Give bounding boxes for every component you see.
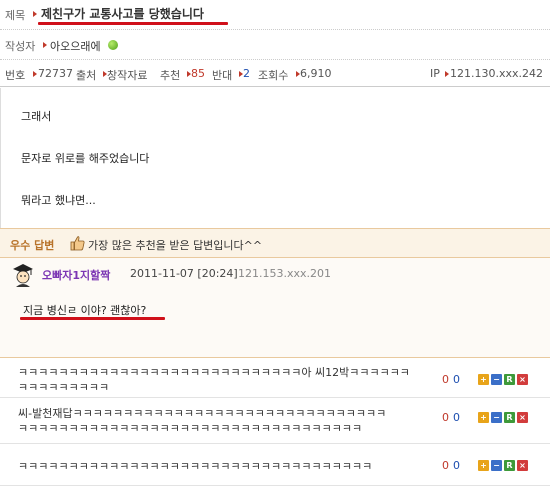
title-label: 제목	[5, 9, 26, 22]
oppose-label: 반대	[212, 69, 233, 82]
arrow-icon	[33, 71, 37, 77]
plus-button[interactable]: +	[478, 460, 489, 471]
views-label: 조회수	[258, 69, 289, 82]
plus-button[interactable]: +	[478, 374, 489, 385]
best-answer-ip: 121.153.xxx.201	[238, 267, 332, 280]
plus-button[interactable]: +	[478, 412, 489, 423]
comment-down-count: 0	[453, 459, 460, 472]
comment-actions: + − R ×	[478, 374, 528, 385]
best-answer-label: 우수 답변	[10, 239, 55, 252]
minus-button[interactable]: −	[491, 412, 502, 423]
best-answer-comment: 지금 병신ㄹ 이야? 괜찮아?	[23, 304, 147, 317]
post-content: 그래서 문자로 위로를 해주었습니다 뭐라고 했냐면...	[0, 88, 550, 228]
comment-item: ㅋㅋㅋㅋㅋㅋㅋㅋㅋㅋㅋㅋㅋㅋㅋㅋㅋㅋㅋㅋㅋㅋㅋㅋㅋㅋㅋㅋㅋㅋㅋㅋㅋㅋㅋ 0 0 …	[0, 444, 550, 486]
best-answer-date: 2011-11-07 [20:24]	[130, 267, 238, 280]
comment-underline	[20, 317, 165, 320]
reply-button[interactable]: R	[504, 412, 515, 423]
recommend-label: 추천	[160, 69, 181, 82]
comment-item: ㅋㅋㅋㅋㅋㅋㅋㅋㅋㅋㅋㅋㅋㅋㅋㅋㅋㅋㅋㅋㅋㅋㅋㅋㅋㅋㅋㅋ아 씨12박ㅋㅋㅋㅋㅋㅋ…	[0, 358, 550, 398]
delete-button[interactable]: ×	[517, 374, 528, 385]
avatar-icon	[10, 262, 36, 291]
comment-text: ㅋㅋㅋㅋㅋㅋㅋㅋㅋㅋㅋㅋㅋㅋㅋㅋㅋㅋㅋㅋㅋㅋㅋㅋㅋㅋㅋㅋ아 씨12박ㅋㅋㅋㅋㅋㅋ	[18, 366, 410, 379]
comment-up-count: 0	[442, 459, 449, 472]
author-row: 작성자 아오으래에	[0, 30, 550, 60]
arrow-icon	[445, 71, 449, 77]
comment-up-count: 0	[442, 373, 449, 386]
best-answer-author[interactable]: 오빠자1지할짝	[42, 267, 110, 283]
ip-value: 121.130.xxx.242	[450, 67, 544, 80]
thumbs-up-icon	[70, 235, 86, 254]
reply-button[interactable]: R	[504, 374, 515, 385]
comment-down-count: 0	[453, 373, 460, 386]
content-line: 뭐라고 했냐면...	[21, 194, 96, 207]
views-count: 6,910	[300, 67, 332, 80]
title-underline	[38, 22, 228, 25]
arrow-icon	[43, 42, 47, 48]
comment-item: 씨-발천재답ㅋㅋㅋㅋㅋㅋㅋㅋㅋㅋㅋㅋㅋㅋㅋㅋㅋㅋㅋㅋㅋㅋㅋㅋㅋㅋㅋㅋㅋㅋㅋ ㅋㅋ…	[0, 398, 550, 444]
comment-up-count: 0	[442, 411, 449, 424]
comment-text: ㅋㅋㅋㅋㅋㅋㅋㅋㅋ	[18, 381, 110, 394]
comment-down-count: 0	[453, 411, 460, 424]
reply-button[interactable]: R	[504, 460, 515, 471]
author-name[interactable]: 아오으래에	[50, 38, 101, 54]
comment-text: ㅋㅋㅋㅋㅋㅋㅋㅋㅋㅋㅋㅋㅋㅋㅋㅋㅋㅋㅋㅋㅋㅋㅋㅋㅋㅋㅋㅋㅋㅋㅋㅋㅋㅋㅋ	[18, 460, 373, 473]
best-answer-body: 오빠자1지할짝 2011-11-07 [20:24] 121.153.xxx.2…	[0, 258, 550, 358]
post-title: 제친구가 교통사고를 당했습니다	[41, 7, 204, 21]
delete-button[interactable]: ×	[517, 460, 528, 471]
source-value: 창작자료	[107, 69, 148, 82]
oppose-count: 2	[243, 67, 250, 80]
comment-actions: + − R ×	[478, 460, 528, 471]
comment-text: ㅋㅋㅋㅋㅋㅋㅋㅋㅋㅋㅋㅋㅋㅋㅋㅋㅋㅋㅋㅋㅋㅋㅋㅋㅋㅋㅋㅋㅋㅋㅋㅋㅋㅋ	[18, 422, 363, 435]
content-line: 문자로 위로를 해주었습니다	[21, 152, 150, 165]
comment-actions: + − R ×	[478, 412, 528, 423]
best-answer-header: 우수 답변 가장 많은 추천을 받은 답변입니다^^	[0, 228, 550, 258]
post-number: 72737	[38, 67, 73, 80]
online-status-icon	[108, 40, 118, 50]
delete-button[interactable]: ×	[517, 412, 528, 423]
recommend-count: 85	[191, 67, 205, 80]
minus-button[interactable]: −	[491, 460, 502, 471]
best-answer-description: 가장 많은 추천을 받은 답변입니다^^	[88, 239, 263, 252]
arrow-icon	[33, 11, 37, 17]
meta-row: 번호 72737 출처 창작자료 추천 85 반대 2 조회수 6,910 IP…	[0, 60, 550, 87]
source-label: 출처	[76, 69, 97, 82]
author-label: 작성자	[5, 40, 36, 53]
comment-text: 씨-발천재답ㅋㅋㅋㅋㅋㅋㅋㅋㅋㅋㅋㅋㅋㅋㅋㅋㅋㅋㅋㅋㅋㅋㅋㅋㅋㅋㅋㅋㅋㅋㅋ	[18, 407, 387, 420]
post-number-label: 번호	[5, 69, 26, 82]
content-line: 그래서	[21, 110, 52, 123]
minus-button[interactable]: −	[491, 374, 502, 385]
ip-label: IP	[430, 67, 440, 80]
title-row: 제목 제친구가 교통사고를 당했습니다	[0, 0, 550, 30]
